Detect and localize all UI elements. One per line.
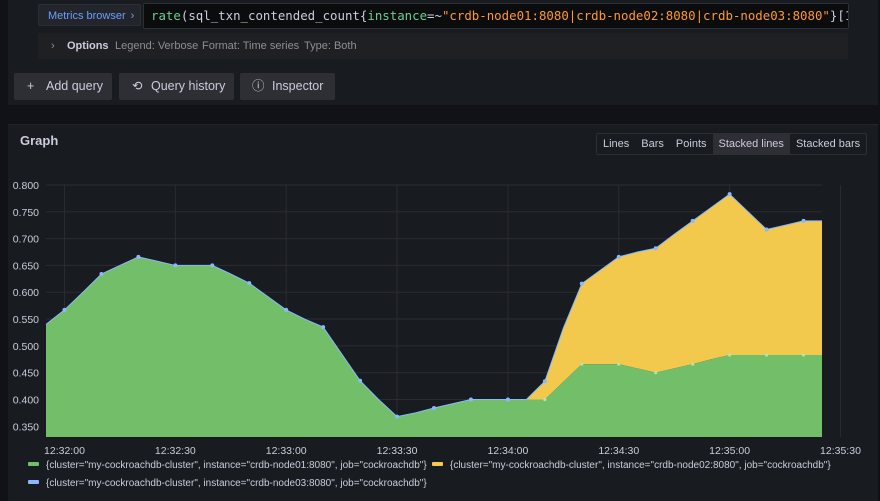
data-point [395,414,400,419]
legend-item-node03[interactable]: {cluster="my-cockroachdb-cluster", insta… [28,478,427,489]
data-point [690,218,695,223]
y-tick-label: 0.800 [13,180,39,192]
legend-label-node01: {cluster="my-cockroachdb-cluster", insta… [46,460,427,471]
data-point [542,379,547,384]
data-point [321,325,326,330]
legend-item-node01[interactable]: {cluster="my-cockroachdb-cluster", insta… [28,460,427,471]
data-point [616,254,621,259]
data-point [653,246,658,251]
x-tick-label: 12:32:30 [155,445,196,457]
data-point [727,192,732,197]
y-tick-label: 0.450 [13,368,39,380]
data-point [617,362,621,366]
y-tick-label: 0.700 [13,234,39,246]
legend-swatch-node03 [28,480,39,485]
legend-label-node03: {cluster="my-cockroachdb-cluster", insta… [46,478,427,489]
y-tick-label: 0.400 [13,394,39,406]
x-tick-label: 12:35:30 [820,445,861,457]
y-tick-label: 0.750 [13,207,39,219]
y-tick-label: 0.550 [13,314,39,326]
data-point [728,353,732,357]
data-point [580,362,584,366]
data-point [543,397,547,402]
data-point [801,353,806,357]
y-tick-label: 0.600 [13,287,39,299]
data-point [62,307,67,312]
data-point [468,397,473,402]
legend-swatch-node01 [28,462,39,467]
x-tick-label: 12:35:00 [709,445,750,457]
data-point [505,397,510,402]
y-tick-label: 0.350 [13,421,39,433]
data-point [358,378,363,383]
x-tick-label: 12:33:00 [266,445,307,457]
x-tick-label: 12:32:00 [44,445,85,457]
stacked-area-chart: 0.800 0.750 0.700 0.650 0.600 0.550 0.500 0.450… [13,180,861,457]
x-tick-label: 12:33:30 [377,445,418,457]
y-tick-label: 0.650 [13,260,39,272]
x-tick-label: 12:34:00 [487,445,528,457]
data-point [691,362,695,366]
data-point [284,307,289,312]
data-point [136,254,141,259]
data-point [801,218,806,223]
data-point [764,353,769,357]
data-point [173,263,178,268]
data-point [579,281,584,286]
legend-label-node02: {cluster="my-cockroachdb-cluster", insta… [450,460,831,471]
x-tick-label: 12:34:30 [598,445,639,457]
data-point [432,406,436,411]
legend-swatch-node02 [432,462,443,467]
data-point [210,263,215,268]
data-point [99,272,104,277]
data-point [654,371,658,375]
data-point [764,227,769,232]
data-point [247,281,252,286]
y-tick-label: 0.500 [13,341,39,353]
legend-item-node02[interactable]: {cluster="my-cockroachdb-cluster", insta… [432,460,831,471]
